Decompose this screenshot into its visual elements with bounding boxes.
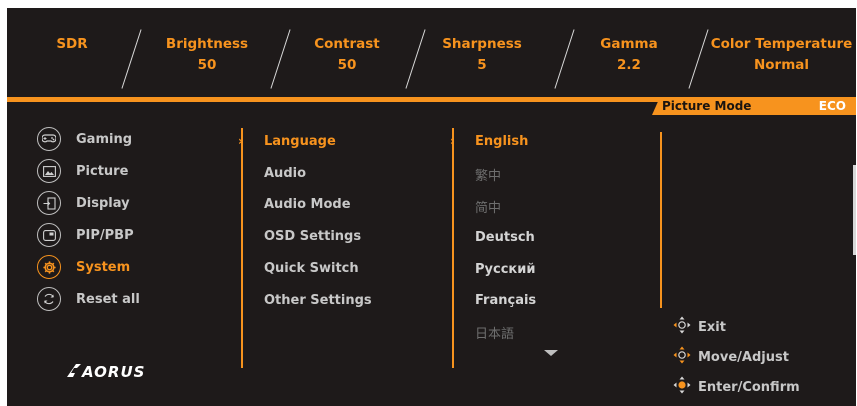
option-pointer-icon: › <box>450 134 455 148</box>
main-menu-picture[interactable]: Picture <box>37 158 128 184</box>
picture-mode-value: ECO <box>818 99 846 113</box>
submenu-audio[interactable]: Audio <box>264 166 306 181</box>
option-traditional-chinese[interactable]: 繁中 <box>475 165 501 184</box>
submenu-audio-mode[interactable]: Audio Mode <box>264 197 351 212</box>
hint-label: Move/Adjust <box>698 349 789 365</box>
header-item-contrast: Contrast 50 <box>314 36 380 73</box>
hint-label: Exit <box>698 319 726 335</box>
hint-label: Enter/Confirm <box>698 379 800 395</box>
submenu-other-settings[interactable]: Other Settings <box>264 293 372 308</box>
main-menu-label: Picture <box>76 163 129 179</box>
header-divider <box>692 32 706 86</box>
main-menu-label: Reset all <box>76 291 140 307</box>
gamepad-icon <box>37 127 61 151</box>
main-menu-display[interactable]: Display <box>37 190 130 216</box>
hint-exit: Exit <box>673 316 726 338</box>
header-item-color-temperature: Color Temperature Normal <box>710 36 853 73</box>
pip-icon <box>37 223 61 247</box>
main-menu-system[interactable]: System <box>37 254 130 280</box>
option-francais[interactable]: Français <box>475 293 536 308</box>
header-item-sharpness: Sharpness 5 <box>442 36 522 73</box>
header-divider <box>409 32 423 86</box>
submenu-pointer-icon: › <box>238 134 243 148</box>
picture-icon <box>37 159 61 183</box>
header-divider <box>125 32 139 86</box>
column-divider <box>660 132 662 308</box>
submenu-osd-settings[interactable]: OSD Settings <box>264 229 361 244</box>
submenu-quick-switch[interactable]: Quick Switch <box>264 261 359 276</box>
main-menu-gaming[interactable]: Gaming <box>37 126 132 152</box>
hint-move-adjust: Move/Adjust <box>673 346 789 368</box>
option-simplified-chinese[interactable]: 简中 <box>475 197 501 216</box>
main-menu-label: Display <box>76 195 130 211</box>
osd-menu: SDR Brightness 50 Contrast 50 Sharpness … <box>7 8 856 406</box>
header-divider <box>558 32 572 86</box>
svg-text:AORUS: AORUS <box>81 363 145 381</box>
column-divider <box>241 128 243 368</box>
main-menu-pip-pbp[interactable]: PIP/PBP <box>37 222 134 248</box>
reset-icon <box>37 287 61 311</box>
main-menu-reset-all[interactable]: Reset all <box>37 286 140 312</box>
picture-mode-label: Picture Mode <box>662 99 752 113</box>
status-header: SDR Brightness 50 Contrast 50 Sharpness … <box>7 8 856 98</box>
option-english[interactable]: English <box>475 134 528 149</box>
header-divider <box>274 32 288 86</box>
main-menu-label: Gaming <box>76 131 133 147</box>
joystick-move-icon <box>673 346 691 368</box>
aorus-logo: AORUS <box>65 361 157 385</box>
option-deutsch[interactable]: Deutsch <box>475 230 535 245</box>
header-item-gamma: Gamma 2.2 <box>600 36 658 73</box>
option-russian[interactable]: Русский <box>475 262 535 277</box>
main-menu-label: PIP/PBP <box>76 227 134 243</box>
scroll-down-icon[interactable] <box>544 350 558 356</box>
hint-enter-confirm: Enter/Confirm <box>673 376 800 398</box>
display-input-icon <box>37 191 61 215</box>
column-divider <box>452 128 454 368</box>
scrollbar[interactable] <box>853 165 856 255</box>
header-item-sdr: SDR <box>56 36 88 52</box>
submenu-language[interactable]: Language <box>264 134 336 149</box>
option-japanese[interactable]: 日本語 <box>475 323 514 342</box>
header-item-brightness: Brightness 50 <box>165 36 249 73</box>
joystick-enter-icon <box>673 376 691 398</box>
joystick-exit-icon <box>673 316 691 338</box>
main-menu-label: System <box>76 259 131 275</box>
gear-icon <box>37 255 61 279</box>
